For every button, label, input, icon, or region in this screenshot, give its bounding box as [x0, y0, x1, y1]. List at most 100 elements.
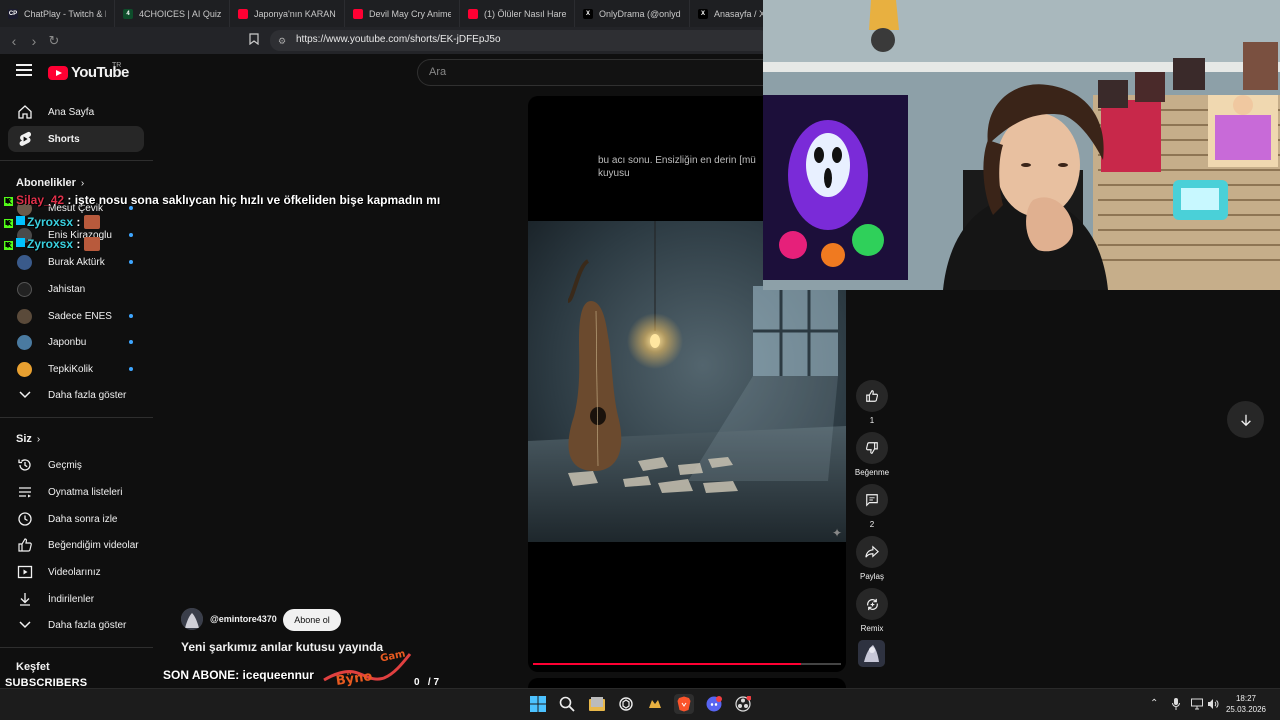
webcam-overlay — [763, 0, 1280, 290]
reload-icon[interactable]: ↻ — [46, 33, 62, 49]
audio-source-thumbnail[interactable] — [858, 640, 885, 667]
browser-tab[interactable]: CP ChatPlay - Twitch & Ki — [0, 0, 115, 27]
remix-label: Remix — [860, 624, 884, 633]
sidebar-item-liked-videos[interactable]: Beğendiğim videolar — [8, 532, 144, 558]
like-count: 1 — [869, 416, 875, 425]
kick-badge-icon: K — [4, 219, 13, 228]
chevron-right-icon: › — [80, 178, 85, 189]
avatar — [17, 361, 32, 377]
show-more-subscriptions[interactable]: Daha fazla göster — [8, 382, 144, 408]
menu-icon[interactable] — [16, 64, 32, 78]
sidebar-item-label: Ana Sayfa — [48, 106, 95, 118]
avatar — [17, 334, 32, 350]
discord-icon[interactable] — [704, 694, 724, 714]
sidebar-item-playlists[interactable]: Oynatma listeleri — [8, 479, 144, 505]
tab-favicon-icon: X — [698, 8, 708, 19]
sidebar-item-watch-later[interactable]: Daha sonra izle — [8, 506, 144, 532]
you-heading[interactable]: Siz › — [16, 433, 40, 445]
back-icon[interactable]: ‹ — [6, 33, 22, 49]
url-text[interactable]: https://www.youtube.com/shorts/EK-jDFEpJ… — [296, 34, 501, 45]
explore-heading: Keşfet — [16, 661, 50, 673]
search-icon[interactable] — [557, 694, 577, 714]
shorts-icon — [17, 131, 33, 147]
emote-icon — [84, 215, 101, 229]
sidebar-item-subscription[interactable]: Jahistan — [8, 276, 144, 302]
tab-label: Japonya'nın KARANLIK — [254, 8, 336, 19]
kick-badge-icon: K — [4, 241, 13, 250]
chevron-right-icon: › — [36, 434, 41, 445]
sidebar-item-shorts[interactable]: Shorts — [8, 126, 144, 152]
sidebar-item-subscription[interactable]: Japonbu — [8, 329, 144, 355]
search-input[interactable] — [417, 59, 777, 86]
new-content-dot — [129, 314, 133, 318]
chat-message: K Zyroxsx : — [4, 215, 101, 229]
chat-message: K Zyroxsx : — [4, 237, 101, 251]
game-app-icon[interactable] — [645, 694, 665, 714]
sidebar-item-history[interactable]: Geçmiş — [8, 452, 144, 478]
volume-icon[interactable] — [1207, 698, 1219, 713]
bookmark-icon[interactable] — [246, 33, 262, 49]
sidebar-item-subscription[interactable]: TepkiKolik — [8, 356, 144, 382]
sidebar-item-home[interactable]: Ana Sayfa — [8, 99, 144, 125]
clock[interactable]: 18:27 25.03.2026 — [1220, 693, 1272, 715]
site-info-icon[interactable]: ⚙ — [274, 33, 290, 49]
sidebar-divider — [0, 647, 153, 648]
forward-icon[interactable]: › — [26, 33, 42, 49]
tab-favicon-icon: 4 — [123, 8, 133, 19]
arrow-down-icon — [1240, 414, 1251, 426]
sidebar-item-subscription[interactable]: Sadece ENES — [8, 303, 144, 329]
brave-browser-icon[interactable] — [674, 694, 694, 714]
subscribe-button[interactable]: Abone ol — [283, 609, 341, 631]
sidebar-item-your-videos[interactable]: Videolarınız — [8, 559, 144, 585]
comment-icon — [866, 494, 878, 507]
start-icon[interactable] — [528, 694, 548, 714]
sidebar-item-label: Daha sonra izle — [48, 513, 118, 525]
browser-tab[interactable]: Japonya'nın KARANLIK — [230, 0, 345, 27]
sidebar-item-subscription[interactable]: Burak Aktürk — [8, 249, 144, 275]
comments-button[interactable] — [856, 484, 888, 516]
share-icon — [865, 545, 879, 558]
chevron-up-icon[interactable]: ⌃ — [1150, 698, 1158, 709]
sidebar-divider — [0, 417, 153, 418]
sidebar-item-downloads[interactable]: İndirilenler — [8, 586, 144, 612]
next-short-button[interactable] — [1227, 401, 1264, 438]
avatar — [17, 254, 32, 270]
share-button[interactable] — [856, 536, 888, 568]
sidebar-item-label: TepkiKolik — [48, 363, 94, 375]
show-more-you[interactable]: Daha fazla göster — [8, 612, 144, 638]
browser-tab[interactable]: Devil May Cry Anime - — [345, 0, 460, 27]
microphone-icon[interactable] — [1172, 698, 1180, 713]
file-explorer-icon[interactable] — [587, 694, 607, 714]
obs-icon[interactable] — [733, 694, 753, 714]
video-progress-bar[interactable] — [533, 663, 841, 665]
video-progress-fill — [533, 663, 801, 665]
playlists-icon — [17, 484, 33, 500]
new-content-dot — [129, 260, 133, 264]
share-label: Paylaş — [859, 572, 884, 581]
chevron-down-icon — [17, 387, 33, 403]
sidebar: Ana Sayfa Shorts Abonelikler › Mesut Çevi… — [0, 96, 153, 688]
chatgpt-icon[interactable] — [616, 694, 636, 714]
subscriptions-heading[interactable]: Abonelikler › — [16, 177, 84, 189]
remix-button[interactable] — [856, 588, 888, 620]
channel-name[interactable]: @emintore4370 — [210, 614, 277, 624]
dislike-label: Beğenme — [854, 468, 890, 477]
comment-count: 2 — [869, 520, 875, 529]
dislike-button[interactable] — [856, 432, 888, 464]
tab-label: Devil May Cry Anime - — [369, 8, 451, 19]
search-placeholder: Ara — [429, 66, 447, 78]
chat-username: Silay_42 — [16, 193, 65, 207]
chat-username: Zyroxsx — [27, 215, 74, 229]
streamer-webcam-feed — [763, 0, 1280, 290]
subscriber-badge-icon — [16, 238, 25, 247]
browser-tab[interactable]: 4 4CHOICES | AI Quiz Ar — [115, 0, 230, 27]
subscribers-goal-count: 0 / 7 — [414, 677, 440, 688]
browser-tab[interactable]: (1) Ölüler Nasıl Hareket — [460, 0, 575, 27]
avatar — [17, 308, 32, 324]
network-icon[interactable] — [1191, 698, 1203, 713]
like-button[interactable] — [856, 380, 888, 412]
channel-avatar[interactable] — [181, 608, 203, 630]
chat-username: Zyroxsx — [27, 237, 74, 251]
clock-date: 25.03.2026 — [1225, 705, 1267, 714]
browser-tab[interactable]: X OnlyDrama (@onlydrar — [575, 0, 690, 27]
